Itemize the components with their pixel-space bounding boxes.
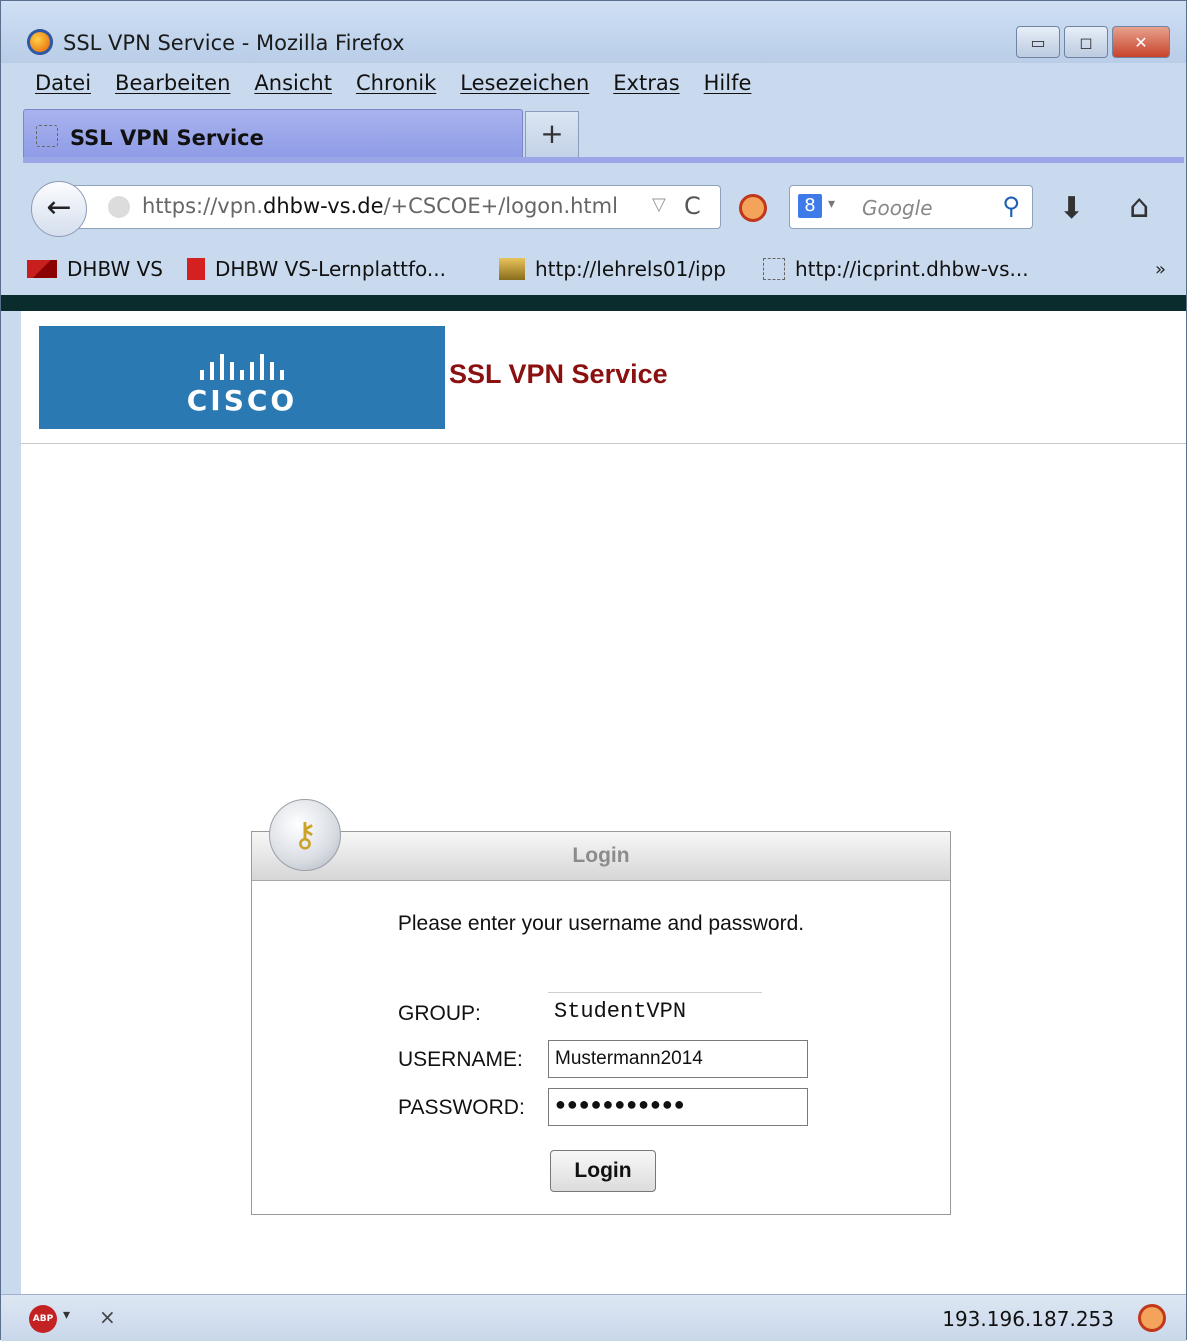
- minimize-icon: ▭: [1030, 32, 1046, 52]
- page-top-bar: [1, 295, 1186, 311]
- search-placeholder: Google: [862, 196, 933, 220]
- page-icon: [763, 258, 785, 280]
- menu-extras[interactable]: Extras: [613, 71, 679, 95]
- password-label: PASSWORD:: [398, 1096, 525, 1119]
- url-text: https://vpn.dhbw-vs.de/+CSCOE+/logon.htm…: [142, 194, 618, 218]
- username-label: USERNAME:: [398, 1048, 523, 1071]
- menu-bar: Datei Bearbeiten Ansicht Chronik Lesezei…: [35, 71, 751, 95]
- printer-icon: [499, 258, 525, 280]
- browser-window: SSL VPN Service - Mozilla Firefox ▭ ◻ ✕ …: [0, 0, 1187, 1341]
- globe-icon: [108, 196, 130, 218]
- close-icon[interactable]: ×: [99, 1305, 116, 1329]
- home-icon[interactable]: ⌂: [1129, 187, 1149, 225]
- bookmark-lernplattform[interactable]: DHBW VS-Lernplattfo...: [187, 257, 446, 281]
- server-ip-address: 193.196.187.253: [942, 1307, 1114, 1331]
- search-icon[interactable]: ⚲: [1002, 192, 1020, 220]
- firefox-icon: [27, 29, 53, 55]
- menu-lesezeichen[interactable]: Lesezeichen: [460, 71, 589, 95]
- bookmark-label: http://lehrels01/ipp: [535, 257, 727, 281]
- adblock-dropdown-icon[interactable]: ▾: [63, 1307, 70, 1323]
- page-title: SSL VPN Service: [449, 359, 668, 389]
- dhbw-logo-icon: [27, 260, 57, 278]
- noscript-icon[interactable]: [739, 194, 767, 222]
- url-history-dropdown-icon[interactable]: ▽: [652, 194, 666, 215]
- bookmark-label: DHBW VS: [67, 257, 163, 281]
- download-icon[interactable]: ⬇: [1059, 191, 1084, 226]
- window-controls: ▭ ◻ ✕: [1016, 26, 1170, 58]
- bookmark-icprint[interactable]: http://icprint.dhbw-vs...: [763, 257, 1029, 281]
- window-title: SSL VPN Service - Mozilla Firefox: [63, 31, 405, 55]
- username-input[interactable]: [548, 1040, 808, 1078]
- login-button[interactable]: Login: [550, 1150, 656, 1192]
- tab-underline: [23, 157, 1184, 163]
- bookmark-dhbw-vs[interactable]: DHBW VS: [27, 257, 163, 281]
- bookmark-label: http://icprint.dhbw-vs...: [795, 257, 1029, 281]
- login-panel-title: Login: [572, 844, 630, 867]
- cisco-logo: CISCO: [39, 326, 445, 429]
- maximize-button[interactable]: ◻: [1064, 26, 1108, 58]
- menu-datei[interactable]: Datei: [35, 71, 91, 95]
- page-content: CISCO SSL VPN Service Login Please enter…: [21, 311, 1186, 1294]
- login-panel-header: Login: [252, 832, 950, 881]
- close-icon: ✕: [1134, 32, 1148, 52]
- bookmark-label: DHBW VS-Lernplattfo...: [215, 257, 447, 281]
- bookmarks-bar: DHBW VS DHBW VS-Lernplattfo... http://le…: [1, 249, 1186, 293]
- password-input[interactable]: ●●●●●●●●●●●: [548, 1088, 808, 1126]
- page-header: CISCO SSL VPN Service: [21, 311, 1186, 444]
- tab-label: SSL VPN Service: [70, 126, 264, 150]
- noscript-status-icon[interactable]: [1138, 1304, 1166, 1332]
- navigation-bar: https://vpn.dhbw-vs.de/+CSCOE+/logon.htm…: [1, 165, 1186, 247]
- back-button[interactable]: ←: [31, 181, 87, 237]
- google-search-engine-icon[interactable]: 8: [798, 194, 822, 218]
- login-prompt: Please enter your username and password.: [397, 912, 805, 935]
- status-bar: ABP ▾ × 193.196.187.253: [1, 1294, 1186, 1341]
- url-bar[interactable]: https://vpn.dhbw-vs.de/+CSCOE+/logon.htm…: [73, 185, 721, 229]
- minimize-button[interactable]: ▭: [1016, 26, 1060, 58]
- tab-strip: SSL VPN Service +: [1, 105, 1186, 165]
- group-value: StudentVPN: [548, 992, 762, 1030]
- reload-icon[interactable]: C: [684, 192, 701, 220]
- page-icon: [36, 125, 58, 147]
- adblock-plus-icon[interactable]: ABP: [29, 1305, 57, 1333]
- tab-ssl-vpn-service[interactable]: SSL VPN Service: [23, 109, 523, 159]
- menu-chronik[interactable]: Chronik: [356, 71, 436, 95]
- menu-bearbeiten[interactable]: Bearbeiten: [115, 71, 230, 95]
- moodle-icon: [187, 258, 205, 280]
- login-panel: Login Please enter your username and pas…: [251, 831, 951, 1215]
- new-tab-button[interactable]: +: [525, 111, 579, 157]
- search-engine-dropdown-icon[interactable]: ▾: [828, 196, 835, 212]
- search-box[interactable]: 8 ▾ Google ⚲: [789, 185, 1033, 229]
- bookmark-lehrels01[interactable]: http://lehrels01/ipp: [499, 257, 726, 281]
- menu-ansicht[interactable]: Ansicht: [254, 71, 332, 95]
- title-bar: SSL VPN Service - Mozilla Firefox ▭ ◻ ✕: [1, 1, 1186, 63]
- close-button[interactable]: ✕: [1112, 26, 1170, 58]
- bookmarks-overflow-button[interactable]: »: [1155, 259, 1166, 280]
- menu-hilfe[interactable]: Hilfe: [704, 71, 752, 95]
- group-label: GROUP:: [398, 1002, 481, 1025]
- cisco-wordmark: CISCO: [186, 384, 298, 417]
- cisco-bars-icon: [39, 354, 445, 380]
- maximize-icon: ◻: [1079, 32, 1093, 52]
- keys-icon: ⚷: [269, 799, 341, 871]
